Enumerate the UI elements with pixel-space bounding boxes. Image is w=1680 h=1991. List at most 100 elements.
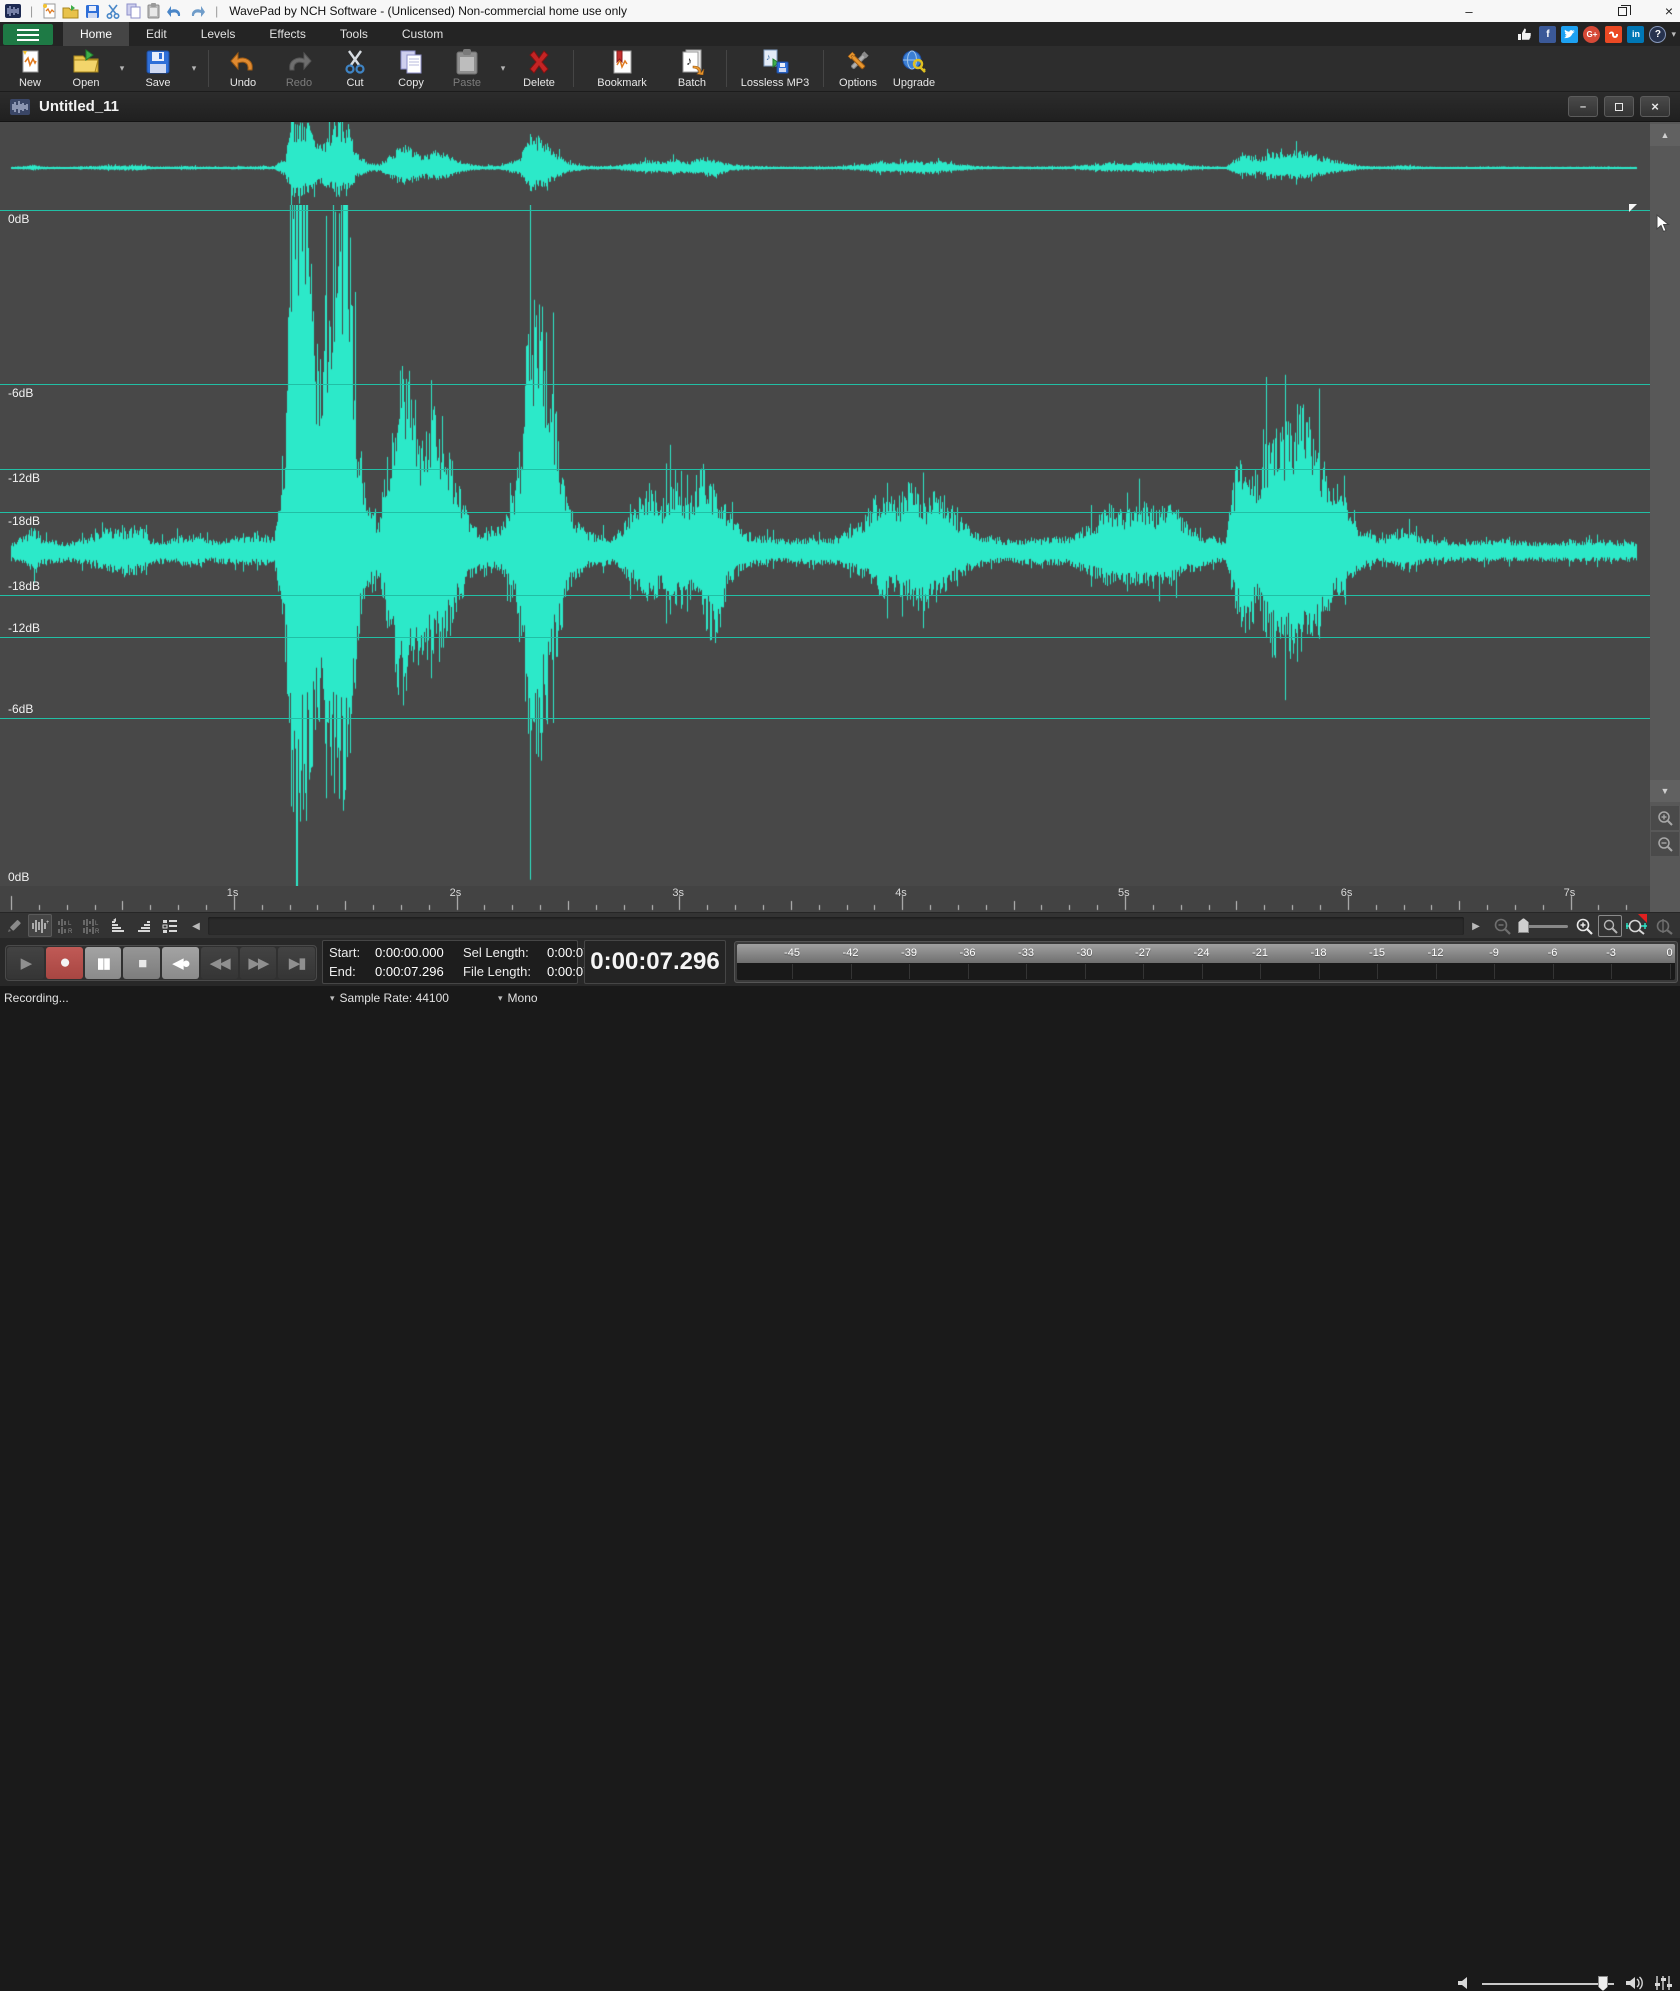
copy-button[interactable]: Copy xyxy=(383,46,439,91)
volume-max-icon[interactable] xyxy=(1626,1976,1646,1990)
volume-min-icon[interactable] xyxy=(1458,1977,1472,1989)
play-button[interactable]: ▶ xyxy=(7,947,44,979)
lossless-mp3-button[interactable]: ♪ Lossless MP3 xyxy=(733,46,817,91)
quick-access-toolbar: | | xyxy=(0,3,221,19)
scroll-up-button[interactable]: ▲ xyxy=(1650,124,1680,146)
window-close-button[interactable]: × xyxy=(1652,0,1680,22)
help-icon[interactable]: ? xyxy=(1649,26,1666,43)
wave-left-right-view-button[interactable]: LR xyxy=(54,914,78,937)
qat-undo-icon[interactable] xyxy=(166,4,183,19)
window-minimize-button[interactable]: – xyxy=(1452,0,1486,22)
scroll-down-button[interactable]: ▼ xyxy=(1650,780,1680,802)
qat-cut-icon[interactable] xyxy=(106,4,120,19)
open-dropdown-caret[interactable]: ▾ xyxy=(114,46,130,91)
main-waveform-canvas[interactable] xyxy=(0,205,1650,886)
facebook-icon[interactable]: f xyxy=(1539,26,1556,43)
sample-rate-selector[interactable]: ▾ Sample Rate: 44100 xyxy=(330,991,449,1005)
qat-copy-icon[interactable] xyxy=(126,3,141,19)
overview-waveform-canvas[interactable] xyxy=(0,122,1650,205)
twitter-icon[interactable] xyxy=(1561,26,1578,43)
upgrade-button[interactable]: Upgrade xyxy=(886,46,942,91)
redo-button[interactable]: Redo xyxy=(271,46,327,91)
end-of-file-marker[interactable] xyxy=(1629,204,1637,212)
save-dropdown-caret[interactable]: ▾ xyxy=(186,46,202,91)
pause-button[interactable]: ▮▮ xyxy=(85,947,122,979)
tab-tools[interactable]: Tools xyxy=(323,22,385,46)
vertical-scrollbar[interactable]: ▲ ▼ xyxy=(1650,122,1680,912)
stop-button[interactable]: ■ xyxy=(123,947,160,979)
horizontal-scrollbar-track[interactable] xyxy=(208,917,1464,935)
undo-button[interactable]: Undo xyxy=(215,46,271,91)
cut-button[interactable]: Cut xyxy=(327,46,383,91)
zoom-full-horizontal-button[interactable] xyxy=(1624,915,1648,937)
save-button[interactable]: Save xyxy=(130,46,186,91)
waveform-bars-icon: + xyxy=(31,918,49,934)
delete-label: Delete xyxy=(523,77,555,89)
window-restore-button[interactable] xyxy=(1605,0,1639,22)
paste-button[interactable]: Paste xyxy=(439,46,495,91)
main-menu-button[interactable] xyxy=(3,24,53,45)
scroll-right-button[interactable]: ▶ xyxy=(1466,916,1486,936)
scroll-tools-row: + LR LR ◀ ▶ xyxy=(0,912,1680,938)
rewind-button[interactable]: ◀◀ xyxy=(201,947,238,979)
tab-effects[interactable]: Effects xyxy=(252,22,322,46)
tab-custom[interactable]: Custom xyxy=(385,22,460,46)
bookmark-list-button[interactable] xyxy=(158,914,182,937)
open-label: Open xyxy=(73,77,100,89)
vertical-zoom-out-button[interactable] xyxy=(1651,832,1679,856)
volume-slider-track[interactable] xyxy=(1482,1983,1614,1985)
draw-tool-button[interactable] xyxy=(2,914,26,937)
mixer-icon[interactable] xyxy=(1654,1975,1674,1991)
meter-scale-label: -9 xyxy=(1489,947,1499,959)
meter-scale-label: -33 xyxy=(1018,947,1034,959)
volume-slider-thumb[interactable] xyxy=(1598,1976,1608,1991)
zoom-out-button[interactable] xyxy=(1490,915,1514,937)
zoom-in-button[interactable] xyxy=(1572,915,1596,937)
start-value: 0:00:00.000 xyxy=(375,945,463,960)
magnifier-box-icon xyxy=(1603,919,1618,934)
zoom-full-vertical-button[interactable] xyxy=(1652,915,1676,937)
tab-edit[interactable]: Edit xyxy=(129,22,184,46)
doc-close-button[interactable]: × xyxy=(1640,96,1670,117)
doc-maximize-button[interactable] xyxy=(1604,96,1634,117)
zoom-to-selection-button[interactable] xyxy=(1598,915,1622,937)
scroll-left-button[interactable]: ◀ xyxy=(186,916,206,936)
tab-home[interactable]: Home xyxy=(63,22,129,46)
start-label: Start: xyxy=(329,945,375,960)
qat-save-icon[interactable] xyxy=(85,4,100,19)
pencil-icon xyxy=(6,918,22,934)
zoom-slider-thumb[interactable] xyxy=(1518,918,1529,933)
qat-open-icon[interactable] xyxy=(62,4,79,19)
batch-button[interactable]: ♪ Batch xyxy=(664,46,720,91)
scrub-button[interactable]: ◀● xyxy=(162,947,199,979)
channels-selector[interactable]: ▾ Mono xyxy=(498,991,538,1005)
google-plus-icon[interactable]: G+ xyxy=(1583,26,1600,43)
qat-paste-icon[interactable] xyxy=(147,3,160,19)
vertical-zoom-in-button[interactable] xyxy=(1651,806,1679,830)
channels-value: Mono xyxy=(508,991,538,1005)
document-title-bar[interactable]: Untitled_11 – × xyxy=(0,92,1680,122)
like-icon[interactable] xyxy=(1517,26,1534,42)
record-button[interactable]: ● xyxy=(46,947,83,979)
fast-forward-button[interactable]: ▶▶ xyxy=(240,947,277,979)
options-button[interactable]: Options xyxy=(830,46,886,91)
gridline-6db-bottom xyxy=(0,718,1650,719)
tab-levels[interactable]: Levels xyxy=(184,22,253,46)
help-dropdown-caret[interactable]: ▾ xyxy=(1671,29,1676,40)
qat-new-icon[interactable] xyxy=(42,3,56,19)
wave-mono-view-button[interactable]: + xyxy=(28,914,52,937)
meter-divider xyxy=(1436,964,1437,979)
stumbleupon-icon[interactable] xyxy=(1605,26,1622,43)
new-button[interactable]: New xyxy=(2,46,58,91)
paste-dropdown-caret[interactable]: ▾ xyxy=(495,46,511,91)
bookmark-button[interactable]: Bookmark xyxy=(580,46,664,91)
linkedin-icon[interactable]: in xyxy=(1627,26,1644,43)
fade-out-envelope-button[interactable] xyxy=(132,914,156,937)
open-button[interactable]: Open xyxy=(58,46,114,91)
go-to-end-button[interactable]: ▶▮ xyxy=(278,947,315,979)
qat-redo-icon[interactable] xyxy=(189,4,206,19)
doc-minimize-button[interactable]: – xyxy=(1568,96,1598,117)
delete-button[interactable]: Delete xyxy=(511,46,567,91)
wave-stereo-view-button[interactable]: LR xyxy=(80,914,104,937)
fade-in-envelope-button[interactable] xyxy=(106,914,130,937)
